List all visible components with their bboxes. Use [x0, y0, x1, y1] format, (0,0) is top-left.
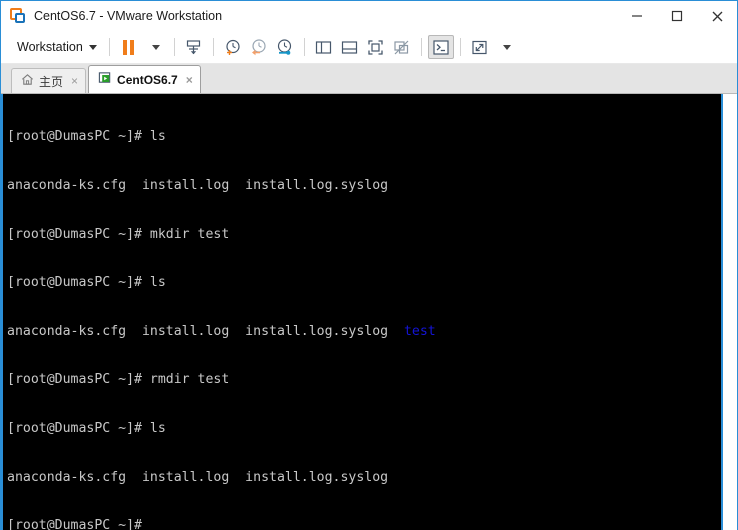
- vmware-workstation-window: CentOS6.7 - VMware Workstation Workstati…: [0, 0, 738, 530]
- console-view-icon[interactable]: [427, 35, 454, 59]
- power-dropdown-caret-icon[interactable]: [142, 35, 168, 59]
- enter-fullscreen-icon[interactable]: [363, 35, 389, 59]
- workstation-menu-label: Workstation: [17, 40, 83, 54]
- take-snapshot-icon[interactable]: [220, 35, 246, 59]
- tab-home-close-icon[interactable]: ×: [71, 75, 78, 87]
- home-icon: [21, 73, 34, 89]
- main-toolbar: Workstation: [1, 31, 737, 64]
- close-icon[interactable]: [697, 1, 737, 31]
- terminal-line: [root@DumasPC ~]# ls: [7, 421, 166, 437]
- show-thumbnails-icon[interactable]: [337, 35, 363, 59]
- terminal-line: [root@DumasPC ~]# rmdir test: [7, 372, 230, 388]
- chevron-down-icon: [88, 44, 97, 50]
- toolbar-separator: [303, 38, 305, 56]
- terminal-line: [root@DumasPC ~]# ls: [7, 275, 166, 291]
- terminal-output[interactable]: [root@DumasPC ~]# ls anaconda-ks.cfg ins…: [7, 97, 721, 530]
- send-ctrl-alt-del-icon[interactable]: [181, 35, 207, 59]
- window-controls: [617, 1, 737, 31]
- manage-snapshots-icon[interactable]: [272, 35, 298, 59]
- title-bar-left: CentOS6.7 - VMware Workstation: [1, 8, 222, 24]
- maximize-icon[interactable]: [657, 1, 697, 31]
- vm-display-area: [root@DumasPC ~]# ls anaconda-ks.cfg ins…: [1, 94, 737, 530]
- unity-mode-icon[interactable]: [389, 35, 415, 59]
- tab-centos67[interactable]: CentOS6.7 ×: [88, 65, 201, 93]
- terminal-directory-entry: test: [403, 323, 436, 339]
- toolbar-separator: [420, 38, 422, 56]
- terminal-line: anaconda-ks.cfg install.log install.log.…: [7, 178, 389, 194]
- terminal-line: [root@DumasPC ~]# mkdir test: [7, 226, 230, 242]
- title-bar: CentOS6.7 - VMware Workstation: [1, 1, 737, 31]
- terminal-line: anaconda-ks.cfg install.log install.log.…: [7, 324, 721, 340]
- tab-home[interactable]: 主页 ×: [11, 68, 87, 93]
- window-title: CentOS6.7 - VMware Workstation: [34, 9, 223, 23]
- tab-centos67-label: CentOS6.7: [117, 72, 178, 87]
- terminal-line-text: anaconda-ks.cfg install.log install.log.…: [7, 323, 404, 339]
- toolbar-separator: [173, 38, 175, 56]
- suspend-icon[interactable]: [116, 35, 142, 59]
- tab-centos67-close-icon[interactable]: ×: [186, 74, 193, 86]
- terminal-line: anaconda-ks.cfg install.log install.log.…: [7, 469, 389, 485]
- tab-home-label: 主页: [39, 74, 64, 89]
- toolbar-separator: [212, 38, 214, 56]
- terminal-line: [root@DumasPC ~]#: [7, 518, 142, 530]
- tab-bar: 主页 × CentOS6.7 ×: [1, 64, 737, 94]
- toolbar-separator: [108, 38, 110, 56]
- minimize-icon[interactable]: [617, 1, 657, 31]
- show-library-icon[interactable]: [311, 35, 337, 59]
- terminal-line: [root@DumasPC ~]# ls: [7, 129, 166, 145]
- vm-powered-on-icon: [98, 71, 112, 88]
- stretch-guest-icon[interactable]: [467, 35, 493, 59]
- vmware-logo-icon: [10, 8, 26, 24]
- stretch-dropdown-caret-icon[interactable]: [493, 35, 519, 59]
- revert-snapshot-icon[interactable]: [246, 35, 272, 59]
- workstation-menu-button[interactable]: Workstation: [9, 37, 103, 57]
- guest-screen[interactable]: [root@DumasPC ~]# ls anaconda-ks.cfg ins…: [1, 94, 723, 530]
- toolbar-separator: [459, 38, 461, 56]
